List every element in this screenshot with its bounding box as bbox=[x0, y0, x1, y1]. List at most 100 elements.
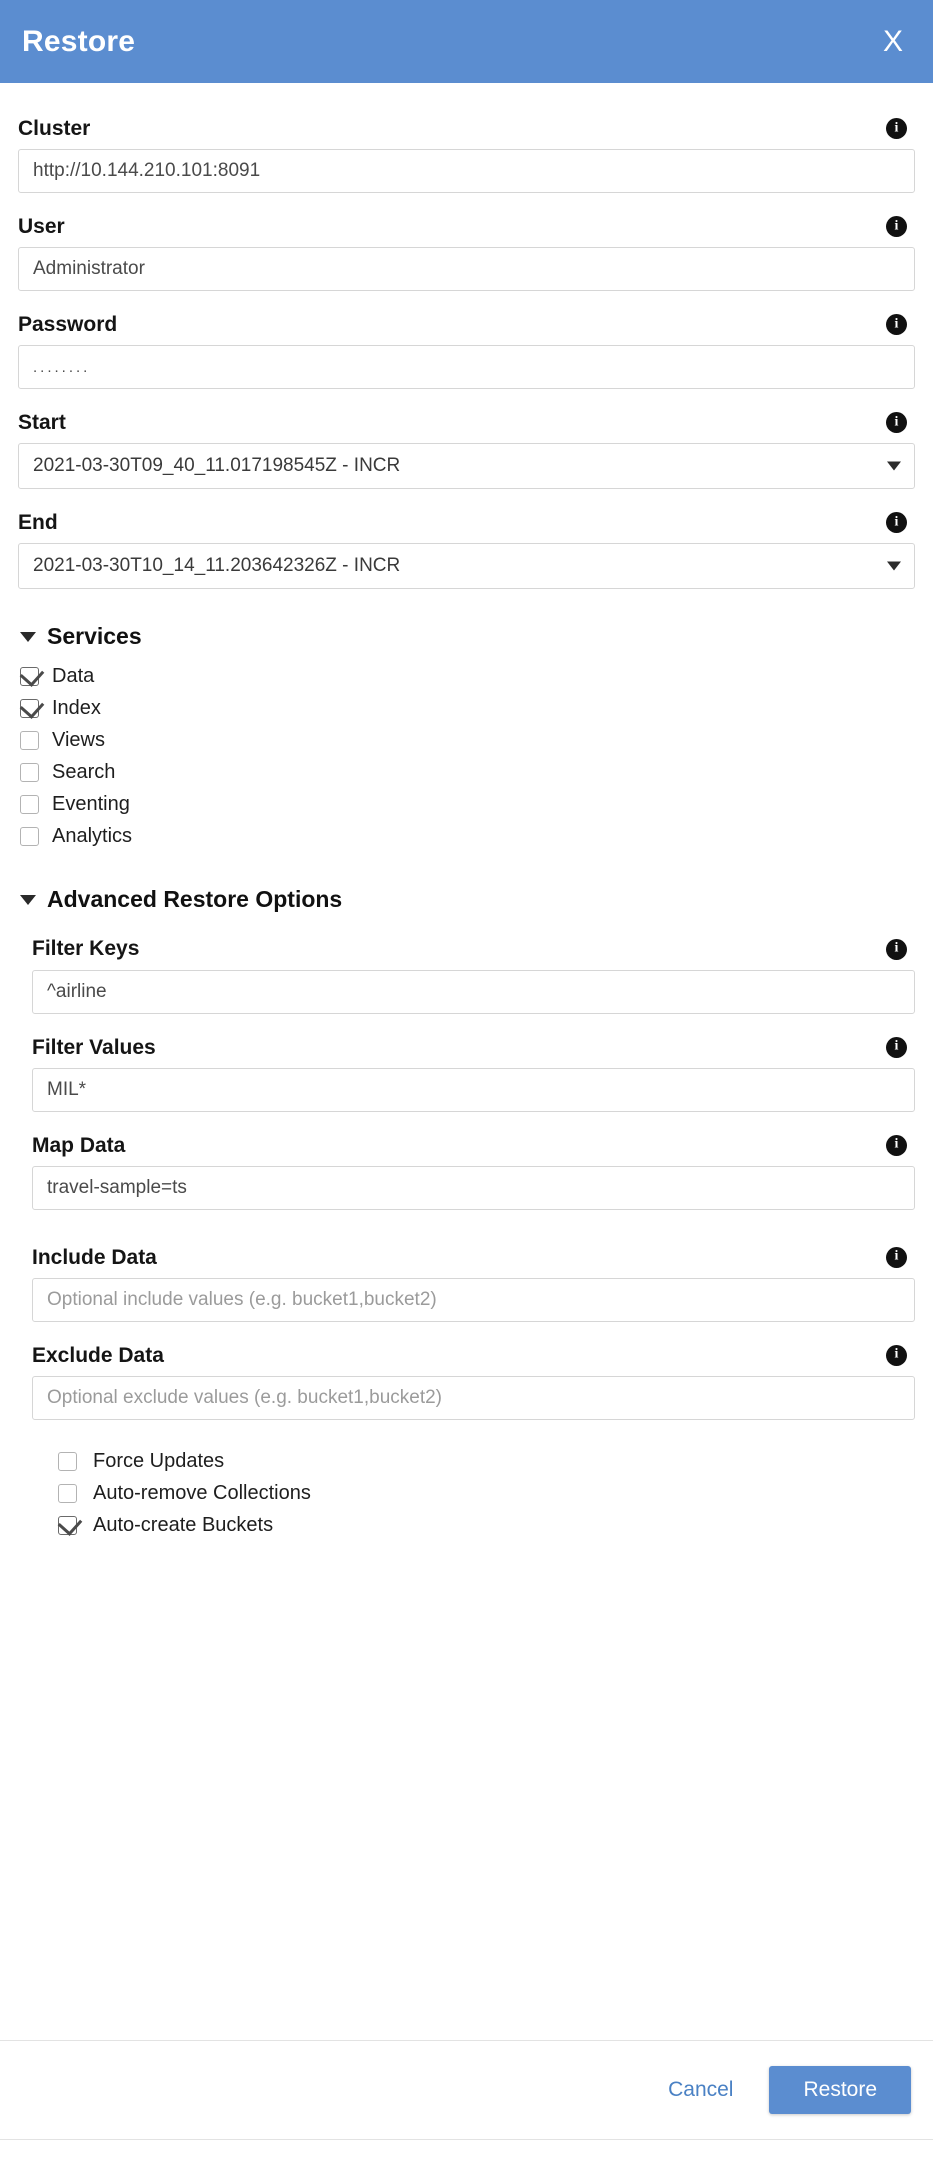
info-icon-include-data[interactable]: i bbox=[886, 1246, 907, 1268]
advanced-section-header[interactable]: Advanced Restore Options bbox=[20, 886, 915, 913]
checkbox-eventing[interactable] bbox=[20, 794, 39, 814]
label-filter-values: Filter Values bbox=[32, 1035, 156, 1059]
label-user: User bbox=[18, 215, 65, 239]
info-icon-map-data[interactable]: i bbox=[886, 1134, 907, 1156]
close-icon[interactable]: X bbox=[877, 25, 909, 59]
password-masked-value: ........ bbox=[33, 358, 91, 376]
service-label-index: Index bbox=[52, 696, 101, 719]
dialog-footer: Cancel Restore bbox=[0, 2040, 933, 2140]
field-filter-keys: Filter Keys i bbox=[32, 937, 915, 1014]
service-row-analytics[interactable]: Analytics bbox=[20, 820, 915, 852]
info-icon-glyph: i bbox=[894, 1038, 899, 1054]
service-row-index[interactable]: Index bbox=[20, 692, 915, 724]
service-label-data: Data bbox=[52, 664, 95, 687]
option-label-force-updates: Force Updates bbox=[93, 1450, 225, 1473]
info-icon-glyph: i bbox=[894, 414, 899, 430]
field-head-filter-values: Filter Values i bbox=[32, 1036, 915, 1059]
dialog-title: Restore bbox=[22, 24, 136, 58]
checkbox-views[interactable] bbox=[20, 730, 39, 750]
advanced-toggle-list: Force Updates Auto-remove Collections Au… bbox=[32, 1446, 915, 1542]
triangle-down-icon bbox=[20, 631, 36, 642]
exclude-data-input[interactable] bbox=[32, 1375, 915, 1420]
service-label-eventing: Eventing bbox=[52, 792, 130, 815]
field-head-end: End i bbox=[18, 511, 915, 534]
service-row-views[interactable]: Views bbox=[20, 724, 915, 756]
label-end: End bbox=[18, 511, 58, 535]
option-row-force-updates[interactable]: Force Updates bbox=[58, 1446, 915, 1478]
info-icon-glyph: i bbox=[894, 120, 899, 136]
info-icon-glyph: i bbox=[894, 514, 899, 530]
dialog-body: Cluster i User i Password i ........ Sta… bbox=[0, 83, 933, 1542]
info-icon-glyph: i bbox=[894, 218, 899, 234]
field-cluster: Cluster i bbox=[18, 117, 915, 194]
end-select[interactable]: 2021-03-30T10_14_11.203642326Z - INCR bbox=[18, 543, 915, 590]
password-input[interactable]: ........ bbox=[18, 345, 915, 390]
checkbox-auto-create-buckets[interactable] bbox=[58, 1516, 77, 1536]
field-end: End i 2021-03-30T10_14_11.203642326Z - I… bbox=[18, 511, 915, 590]
filter-keys-input[interactable] bbox=[32, 969, 915, 1014]
label-map-data: Map Data bbox=[32, 1133, 126, 1157]
option-row-auto-remove-collections[interactable]: Auto-remove Collections bbox=[58, 1478, 915, 1510]
field-head-filter-keys: Filter Keys i bbox=[32, 937, 915, 960]
checkbox-analytics[interactable] bbox=[20, 826, 39, 846]
map-data-input[interactable] bbox=[32, 1165, 915, 1210]
label-cluster: Cluster bbox=[18, 117, 91, 140]
checkbox-data[interactable] bbox=[20, 666, 39, 686]
field-head-user: User i bbox=[18, 215, 915, 238]
info-icon-glyph: i bbox=[894, 316, 899, 332]
info-icon-filter-keys[interactable]: i bbox=[886, 938, 907, 960]
field-start: Start i 2021-03-30T09_40_11.017198545Z -… bbox=[18, 411, 915, 490]
info-icon-end[interactable]: i bbox=[886, 512, 907, 534]
cluster-input[interactable] bbox=[18, 149, 915, 194]
info-icon-password[interactable]: i bbox=[886, 314, 907, 336]
field-head-map-data: Map Data i bbox=[32, 1134, 915, 1157]
label-exclude-data: Exclude Data bbox=[32, 1343, 164, 1367]
field-exclude-data: Exclude Data i bbox=[32, 1344, 915, 1420]
info-icon-glyph: i bbox=[894, 940, 899, 956]
label-start: Start bbox=[18, 411, 66, 435]
field-include-data: Include Data i bbox=[32, 1246, 915, 1322]
info-icon-filter-values[interactable]: i bbox=[886, 1036, 907, 1058]
label-password: Password bbox=[18, 313, 118, 337]
option-label-auto-create-buckets: Auto-create Buckets bbox=[93, 1514, 274, 1537]
field-map-data: Map Data i bbox=[32, 1134, 915, 1210]
start-select[interactable]: 2021-03-30T09_40_11.017198545Z - INCR bbox=[18, 443, 915, 490]
service-label-search: Search bbox=[52, 760, 116, 783]
checkbox-search[interactable] bbox=[20, 762, 39, 782]
info-icon-glyph: i bbox=[894, 1136, 899, 1152]
service-row-data[interactable]: Data bbox=[20, 660, 915, 692]
user-input[interactable] bbox=[18, 247, 915, 292]
include-data-input[interactable] bbox=[32, 1277, 915, 1322]
checkbox-auto-remove-collections[interactable] bbox=[58, 1484, 77, 1504]
field-head-password: Password i bbox=[18, 313, 915, 336]
field-filter-values: Filter Values i bbox=[32, 1036, 915, 1112]
service-label-views: Views bbox=[52, 728, 105, 751]
service-row-search[interactable]: Search bbox=[20, 756, 915, 788]
field-head-exclude-data: Exclude Data i bbox=[32, 1344, 915, 1367]
services-section-header[interactable]: Services bbox=[20, 623, 915, 650]
checkbox-force-updates[interactable] bbox=[58, 1452, 77, 1472]
info-icon-glyph: i bbox=[894, 1248, 899, 1264]
services-title: Services bbox=[47, 623, 142, 650]
advanced-title: Advanced Restore Options bbox=[47, 886, 343, 913]
info-icon-exclude-data[interactable]: i bbox=[886, 1344, 907, 1366]
info-icon-user[interactable]: i bbox=[886, 216, 907, 238]
option-row-auto-create-buckets[interactable]: Auto-create Buckets bbox=[58, 1510, 915, 1542]
info-icon-glyph: i bbox=[894, 1346, 899, 1362]
restore-button[interactable]: Restore bbox=[769, 2066, 911, 2114]
filter-values-input[interactable] bbox=[32, 1067, 915, 1112]
checkbox-index[interactable] bbox=[20, 698, 39, 718]
advanced-options-body: Filter Keys i Filter Values i Map Data i… bbox=[18, 923, 915, 1541]
label-filter-keys: Filter Keys bbox=[32, 937, 140, 961]
service-row-eventing[interactable]: Eventing bbox=[20, 788, 915, 820]
field-head-include-data: Include Data i bbox=[32, 1246, 915, 1269]
option-label-auto-remove-collections: Auto-remove Collections bbox=[93, 1482, 311, 1505]
dialog-header: Restore X bbox=[0, 0, 933, 83]
service-label-analytics: Analytics bbox=[52, 824, 133, 847]
services-list: Data Index Views Search Eventing Analyti… bbox=[18, 660, 915, 852]
field-user: User i bbox=[18, 215, 915, 292]
triangle-down-icon bbox=[20, 894, 36, 905]
info-icon-start[interactable]: i bbox=[886, 412, 907, 434]
info-icon-cluster[interactable]: i bbox=[886, 118, 907, 140]
cancel-button[interactable]: Cancel bbox=[654, 2068, 747, 2112]
